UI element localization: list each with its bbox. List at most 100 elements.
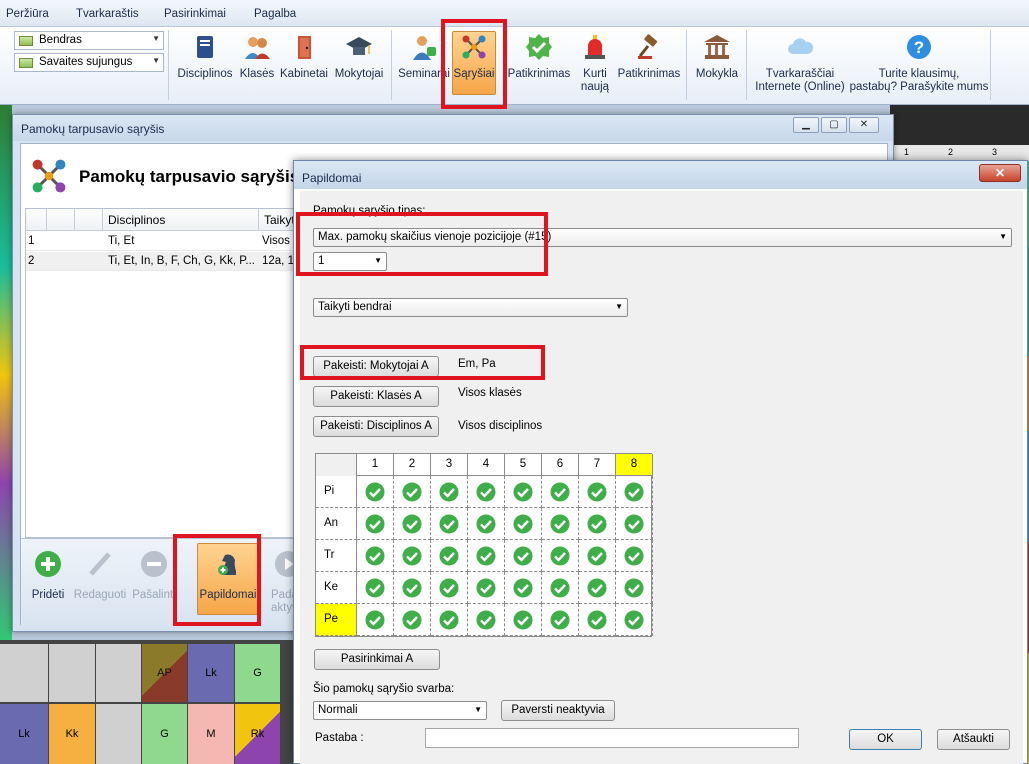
table-row[interactable]: 2 Ti, Et, In, B, F, Ch, G, Kk, P... 12a,… [26, 252, 294, 271]
ribbon-feedback-button[interactable]: ? Turite klausimų, pastabų? Parašykite m… [850, 27, 988, 103]
grid-cell[interactable] [357, 476, 394, 508]
grid-cell[interactable] [542, 476, 579, 508]
week-mode-combo[interactable]: Savaites sujungus ▼ [14, 53, 164, 72]
menu-item-help[interactable]: Pagalba [254, 8, 296, 20]
options-button[interactable]: Pasirinkimai A [314, 649, 440, 670]
period-header[interactable]: 8 [616, 454, 653, 476]
change-classes-button[interactable]: Pakeisti: Klasės A [313, 386, 439, 407]
grid-cell[interactable] [505, 604, 542, 636]
count-select[interactable]: 1 ▼ [313, 252, 387, 271]
grid-cell[interactable] [431, 476, 468, 508]
ribbon-online-button[interactable]: Tvarkaraščiai Internete (Online) [752, 27, 848, 103]
period-header[interactable]: 4 [468, 454, 505, 476]
grid-cell[interactable] [431, 540, 468, 572]
note-input[interactable] [425, 728, 799, 748]
table-row[interactable]: 1 Ti, Et Visos [26, 232, 294, 251]
grid-cell[interactable] [542, 604, 579, 636]
chevron-down-icon: ▼ [474, 705, 482, 714]
grid-cell[interactable] [542, 572, 579, 604]
grid-cell[interactable] [616, 604, 653, 636]
grid-cell[interactable] [579, 572, 616, 604]
remove-button-label: Pašalinti [132, 589, 176, 601]
day-header[interactable]: Ke [316, 572, 357, 604]
grid-cell[interactable] [616, 540, 653, 572]
change-subjects-button[interactable]: Pakeisti: Disciplinos A [313, 416, 439, 437]
grid-cell[interactable] [579, 508, 616, 540]
grid-cell[interactable] [579, 540, 616, 572]
ribbon-subjects-button[interactable]: Disciplinos [176, 27, 234, 103]
importance-select[interactable]: Normali ▼ [313, 701, 487, 720]
view-mode-combo[interactable]: Bendras ▼ [14, 31, 164, 50]
ribbon-relations-button[interactable]: Sąryšiai [452, 27, 496, 103]
ribbon-seminars-button[interactable]: Seminarai [398, 27, 450, 103]
ribbon-school-button[interactable]: Mokykla [694, 27, 740, 103]
grid-cell[interactable] [431, 604, 468, 636]
cancel-button[interactable]: Atšaukti [937, 729, 1010, 750]
grid-cell[interactable] [505, 540, 542, 572]
day-header[interactable]: Pe [316, 604, 357, 636]
grid-cell[interactable] [431, 572, 468, 604]
grid-cell[interactable] [542, 508, 579, 540]
grid-cell[interactable] [431, 508, 468, 540]
grid-cell[interactable] [468, 476, 505, 508]
grid-cell[interactable] [394, 508, 431, 540]
extra-dialog-titlebar[interactable]: Papildomai ✕ [294, 161, 1027, 189]
column-header-subjects[interactable]: Disciplinos [108, 213, 165, 227]
grid-cell[interactable] [357, 508, 394, 540]
grid-cell[interactable] [616, 476, 653, 508]
ribbon-rooms-button[interactable]: Kabinetai [280, 27, 328, 103]
period-header[interactable]: 1 [357, 454, 394, 476]
grid-cell[interactable] [357, 604, 394, 636]
edit-button-label: Redaguoti [73, 589, 127, 601]
ribbon-create-new-button[interactable]: Kurti naują [578, 27, 612, 103]
grid-cell[interactable] [394, 540, 431, 572]
grid-cell[interactable] [616, 572, 653, 604]
grid-cell[interactable] [468, 540, 505, 572]
grid-cell[interactable] [468, 604, 505, 636]
column-header-apply[interactable]: Taikyt [264, 213, 295, 227]
menu-item-view[interactable]: Peržiūra [6, 8, 49, 20]
day-header[interactable]: An [316, 508, 357, 540]
ribbon-check-button[interactable]: Patikrinimas [508, 27, 570, 103]
grid-cell[interactable] [579, 476, 616, 508]
ok-button[interactable]: OK [849, 729, 922, 750]
maximize-button[interactable]: ▢ [821, 117, 847, 133]
ribbon-teachers-button[interactable]: Mokytojai [332, 27, 386, 103]
relation-type-select[interactable]: Max. pamokų skaičius vienoje pozicijoje … [313, 228, 1012, 247]
grid-cell[interactable] [394, 476, 431, 508]
ribbon-classes-button[interactable]: Klasės [238, 27, 276, 103]
grid-cell[interactable] [505, 476, 542, 508]
ribbon-check2-button[interactable]: Patikrinimas [618, 27, 680, 103]
relations-window-titlebar[interactable]: Pamokų tarpusavio sąryšis ▁ ▢ ✕ [13, 115, 893, 141]
teachers-value: Em, Pa [458, 358, 496, 370]
deactivate-button[interactable]: Paversti neaktyvia [501, 700, 615, 721]
grid-cell[interactable] [579, 604, 616, 636]
change-teachers-button[interactable]: Pakeisti: Mokytojai A [313, 356, 439, 377]
grid-cell[interactable] [616, 508, 653, 540]
ribbon-button-label: Sąryšiai [453, 68, 495, 80]
period-header[interactable]: 7 [579, 454, 616, 476]
grid-cell[interactable] [542, 540, 579, 572]
grid-cell[interactable] [357, 572, 394, 604]
grid-cell[interactable] [505, 508, 542, 540]
grid-cell[interactable] [505, 572, 542, 604]
period-header[interactable]: 5 [505, 454, 542, 476]
minimize-button[interactable]: ▁ [793, 117, 819, 133]
period-header[interactable]: 3 [431, 454, 468, 476]
grid-cell[interactable] [357, 540, 394, 572]
grid-cell[interactable] [468, 572, 505, 604]
day-header[interactable]: Pi [316, 476, 357, 508]
close-button[interactable]: ✕ [849, 117, 879, 133]
apply-scope-select[interactable]: Taikyti bendrai ▼ [313, 298, 628, 317]
grid-cell[interactable] [394, 604, 431, 636]
period-header[interactable]: 6 [542, 454, 579, 476]
dialog-close-button[interactable]: ✕ [979, 164, 1021, 182]
period-header[interactable]: 2 [394, 454, 431, 476]
menu-item-options[interactable]: Pasirinkimai [164, 8, 226, 20]
gavel-icon [638, 34, 658, 59]
check-circle-icon [365, 482, 385, 502]
day-header[interactable]: Tr [316, 540, 357, 572]
grid-cell[interactable] [468, 508, 505, 540]
menu-item-timetable[interactable]: Tvarkaraštis [76, 8, 139, 20]
grid-cell[interactable] [394, 572, 431, 604]
